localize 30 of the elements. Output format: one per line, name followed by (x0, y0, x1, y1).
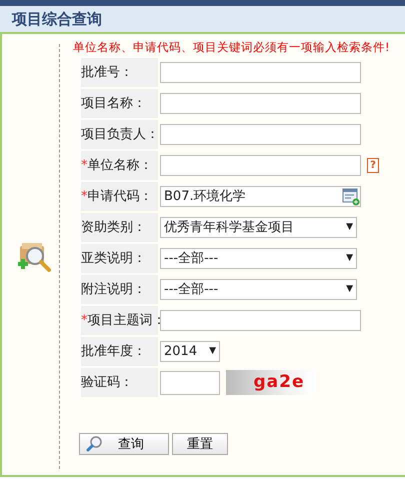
field-label: 附注说明： (81, 275, 158, 304)
field-label: 批准年度： (81, 337, 158, 366)
field-label: 验证码： (81, 368, 158, 398)
dropdown[interactable]: ---全部--- ▼ (160, 279, 357, 300)
field-label: 批准号： (81, 58, 158, 88)
text-field[interactable] (160, 155, 361, 176)
reset-button[interactable]: 重置 (172, 433, 228, 456)
field-label: 资助类别： (81, 213, 158, 242)
panel-title: 项目综合查询 (12, 8, 102, 30)
search-button[interactable]: 查询 (79, 433, 169, 456)
field-label: 项目名称： (81, 89, 158, 118)
text-field[interactable] (160, 93, 361, 114)
dropdown[interactable]: ---全部--- ▼ (160, 248, 357, 270)
captcha-field[interactable] (160, 370, 220, 395)
field-label: 亚类说明： (81, 244, 158, 274)
help-icon[interactable]: ? (367, 158, 379, 174)
text-field[interactable] (160, 310, 361, 332)
field-label: *单位名称： (81, 151, 158, 180)
text-field[interactable] (160, 124, 361, 146)
dropdown[interactable]: 2014 ▼ (160, 341, 220, 362)
field-label: 项目负责人： (81, 120, 158, 150)
captcha-image: ga2e (226, 370, 316, 396)
list-add-icon[interactable] (342, 188, 360, 206)
dropdown[interactable]: 优秀青年科学基金项目 ▼ (160, 217, 357, 238)
field-label: *申请代码： (81, 182, 158, 212)
notice-text: 单位名称、申请代码、项目关键词必须有一项输入检索条件! (73, 39, 391, 56)
code-field[interactable]: B07.环境化学 (160, 186, 361, 208)
field-label: *项目主题词： (81, 306, 158, 336)
text-field[interactable] (160, 62, 361, 84)
search-icon (86, 436, 102, 452)
